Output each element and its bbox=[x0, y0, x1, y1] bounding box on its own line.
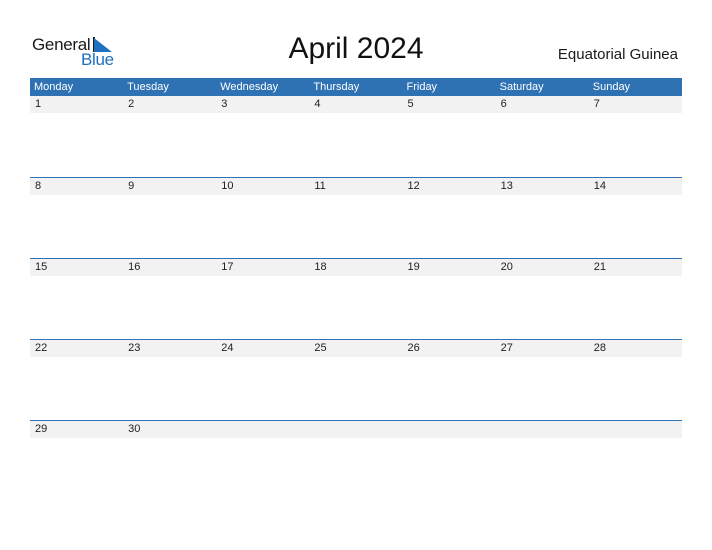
day-cell: 20 bbox=[500, 261, 513, 273]
day-cell: 11 bbox=[314, 180, 326, 192]
day-cell: 23 bbox=[128, 342, 141, 354]
day-cell: 12 bbox=[407, 180, 420, 192]
week-row: 8 9 10 11 12 13 14 bbox=[30, 177, 682, 258]
day-cell: 30 bbox=[128, 423, 141, 435]
day-cell bbox=[589, 421, 682, 438]
day-cell: 4 bbox=[314, 98, 321, 110]
week-row: 15 16 17 18 19 20 21 bbox=[30, 258, 682, 339]
day-cell: 24 bbox=[221, 342, 234, 354]
day-cell: 6 bbox=[500, 98, 507, 110]
day-cell: 9 bbox=[128, 180, 135, 192]
day-cell: 14 bbox=[593, 180, 606, 192]
day-strip: 29 30 bbox=[30, 421, 682, 438]
week-row: 1 2 3 4 5 6 7 bbox=[30, 96, 682, 177]
weekday-tuesday: Tuesday bbox=[127, 81, 169, 93]
day-cell: 28 bbox=[593, 342, 606, 354]
day-cell bbox=[496, 421, 589, 438]
day-cell: 17 bbox=[221, 261, 234, 273]
day-cell: 3 bbox=[221, 98, 228, 110]
weekday-monday: Monday bbox=[34, 81, 74, 93]
day-cell: 22 bbox=[35, 342, 48, 354]
day-cell: 5 bbox=[407, 98, 414, 110]
day-cell: 26 bbox=[407, 342, 420, 354]
day-cell: 10 bbox=[221, 180, 234, 192]
country-name: Equatorial Guinea bbox=[557, 46, 678, 63]
week-row: 22 23 24 25 26 27 28 bbox=[30, 339, 682, 420]
day-cell: 16 bbox=[128, 261, 141, 273]
day-cell bbox=[403, 421, 496, 438]
day-cell: 8 bbox=[35, 180, 42, 192]
day-cell: 7 bbox=[593, 98, 600, 110]
day-strip: 15 16 17 18 19 20 21 bbox=[30, 259, 682, 276]
day-cell: 15 bbox=[35, 261, 48, 273]
calendar-grid: Monday Tuesday Wednesday Thursday Friday… bbox=[30, 78, 682, 501]
day-cell bbox=[309, 421, 402, 438]
weekday-wednesday: Wednesday bbox=[220, 81, 279, 93]
day-strip: 22 23 24 25 26 27 28 bbox=[30, 340, 682, 357]
day-cell: 27 bbox=[500, 342, 513, 354]
weekday-thursday: Thursday bbox=[313, 81, 360, 93]
day-strip: 8 9 10 11 12 13 14 bbox=[30, 178, 682, 195]
day-cell: 19 bbox=[407, 261, 420, 273]
day-cell bbox=[216, 421, 309, 438]
week-row: 29 30 bbox=[30, 420, 682, 501]
weekday-saturday: Saturday bbox=[499, 81, 544, 93]
day-cell: 29 bbox=[35, 423, 48, 435]
weekday-sunday: Sunday bbox=[592, 81, 631, 93]
weekday-header: Monday Tuesday Wednesday Thursday Friday… bbox=[30, 78, 682, 96]
weekday-friday: Friday bbox=[406, 81, 438, 93]
day-strip: 1 2 3 4 5 6 7 bbox=[30, 96, 682, 113]
day-cell: 13 bbox=[500, 180, 513, 192]
day-cell: 2 bbox=[128, 98, 135, 110]
day-cell: 21 bbox=[593, 261, 606, 273]
day-cell: 1 bbox=[35, 98, 42, 110]
day-cell: 25 bbox=[314, 342, 327, 354]
day-cell: 18 bbox=[314, 261, 327, 273]
